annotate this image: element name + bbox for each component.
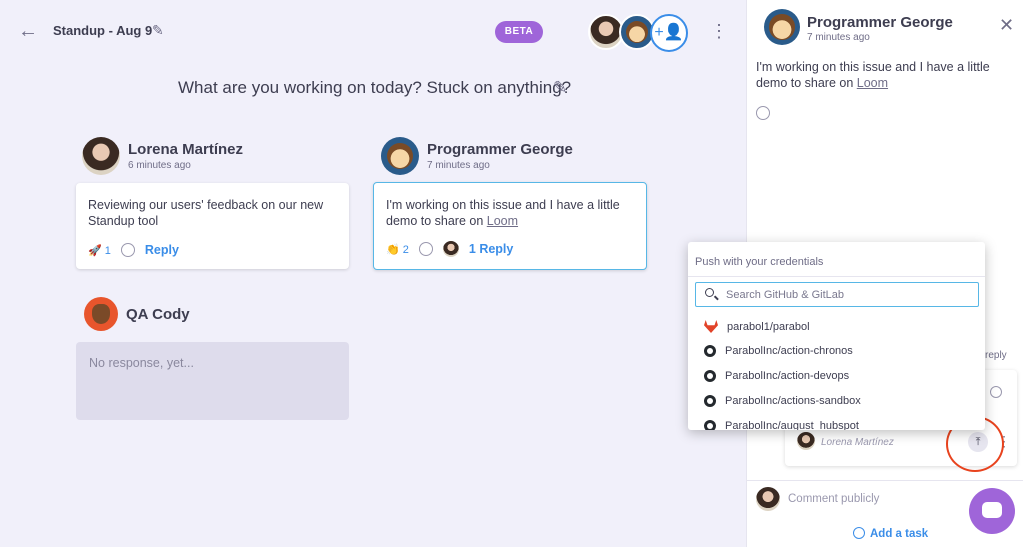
- github-icon: [704, 395, 716, 407]
- github-icon: [704, 345, 716, 357]
- repo-option[interactable]: ParabolInc/action-chronos: [704, 345, 853, 357]
- response-text: I'm working on this issue and I have a l…: [386, 198, 620, 228]
- response-header-lorena: Lorena Martínez 6 minutes ago: [82, 137, 243, 175]
- responder-name: Programmer George: [427, 141, 573, 158]
- thread-text: I'm working on this issue and I have a l…: [756, 60, 990, 90]
- dropdown-header: Push with your credentials: [695, 256, 824, 268]
- response-time: 6 minutes ago: [128, 160, 191, 171]
- more-options-icon[interactable]: ⋮: [710, 22, 728, 40]
- add-reaction-icon[interactable]: [756, 106, 770, 120]
- avatar: [84, 297, 118, 331]
- search-icon: [705, 288, 714, 297]
- standup-prompt: What are you working on today? Stuck on …: [178, 78, 572, 97]
- chat-support-icon[interactable]: [969, 488, 1015, 534]
- response-header-george: Programmer George 7 minutes ago: [381, 137, 573, 175]
- add-reaction-icon[interactable]: [120, 243, 135, 257]
- gitlab-icon: [704, 320, 718, 333]
- response-footer: 🚀 1 Reply: [88, 243, 179, 257]
- thread-time: 7 minutes ago: [807, 32, 870, 43]
- close-icon[interactable]: ✕: [999, 16, 1014, 34]
- loom-link[interactable]: Loom: [487, 214, 518, 228]
- loom-link[interactable]: Loom: [857, 76, 888, 90]
- avatar: [764, 9, 800, 45]
- response-footer: 👏 2 1 Reply: [386, 241, 513, 257]
- response-card-george[interactable]: I'm working on this issue and I have a l…: [373, 182, 647, 270]
- divider: [747, 480, 1023, 481]
- repo-option[interactable]: ParabolInc/action-devops: [704, 370, 849, 382]
- reply-label[interactable]: reply: [985, 350, 1007, 361]
- response-header-cody: QA Cody: [84, 297, 190, 331]
- commenter-avatar: [756, 487, 780, 511]
- integration-dropdown: Push with your credentials parabol1/para…: [688, 242, 985, 430]
- add-task-button[interactable]: Add a task: [853, 527, 928, 540]
- response-text: Reviewing our users' feedback on our new…: [88, 198, 324, 228]
- beta-badge: BETA: [495, 21, 543, 43]
- github-icon: [704, 420, 716, 430]
- responder-name: Lorena Martínez: [128, 141, 244, 158]
- divider: [688, 276, 985, 277]
- reply-avatar: [442, 241, 459, 257]
- rocket-reaction[interactable]: 🚀 1: [88, 244, 111, 257]
- repo-search-box[interactable]: [695, 282, 979, 307]
- top-bar: ← Standup - Aug 9 ✎ BETA +👤 ⋮: [0, 0, 746, 62]
- repo-option[interactable]: parabol1/parabol: [704, 320, 810, 333]
- standup-main: ← Standup - Aug 9 ✎ BETA +👤 ⋮ What are y…: [0, 0, 746, 547]
- repo-search-input[interactable]: [726, 286, 971, 303]
- response-time: 7 minutes ago: [427, 160, 490, 171]
- response-card-lorena[interactable]: Reviewing our users' feedback on our new…: [76, 183, 349, 269]
- avatar: [381, 137, 419, 175]
- clock-icon[interactable]: [990, 386, 1002, 398]
- empty-response-card: No response, yet...: [76, 342, 349, 420]
- avatar: [82, 137, 120, 175]
- github-icon: [704, 370, 716, 382]
- back-arrow-icon[interactable]: ←: [18, 21, 38, 41]
- meeting-title: Standup - Aug 9: [53, 23, 153, 38]
- thread-author: Programmer George: [807, 14, 953, 31]
- repo-option[interactable]: ParabolInc/actions-sandbox: [704, 395, 861, 407]
- task-assignee-avatar[interactable]: [797, 432, 815, 450]
- responder-name: QA Cody: [126, 305, 190, 323]
- edit-title-pencil-icon[interactable]: ✎: [152, 22, 164, 39]
- edit-prompt-pencil-icon[interactable]: ✎: [553, 78, 567, 98]
- task-assignee-name: Lorena Martínez: [821, 437, 894, 448]
- comment-input[interactable]: Comment publicly: [788, 493, 879, 505]
- reply-button[interactable]: Reply: [145, 243, 179, 257]
- clap-reaction[interactable]: 👏 2: [386, 243, 409, 256]
- check-circle-icon: [853, 527, 865, 539]
- replies-button[interactable]: 1 Reply: [469, 242, 513, 256]
- add-teammate-icon[interactable]: +👤: [650, 14, 688, 52]
- repo-option[interactable]: ParabolInc/august_hubspot: [704, 420, 859, 430]
- add-reaction-icon[interactable]: [418, 242, 433, 256]
